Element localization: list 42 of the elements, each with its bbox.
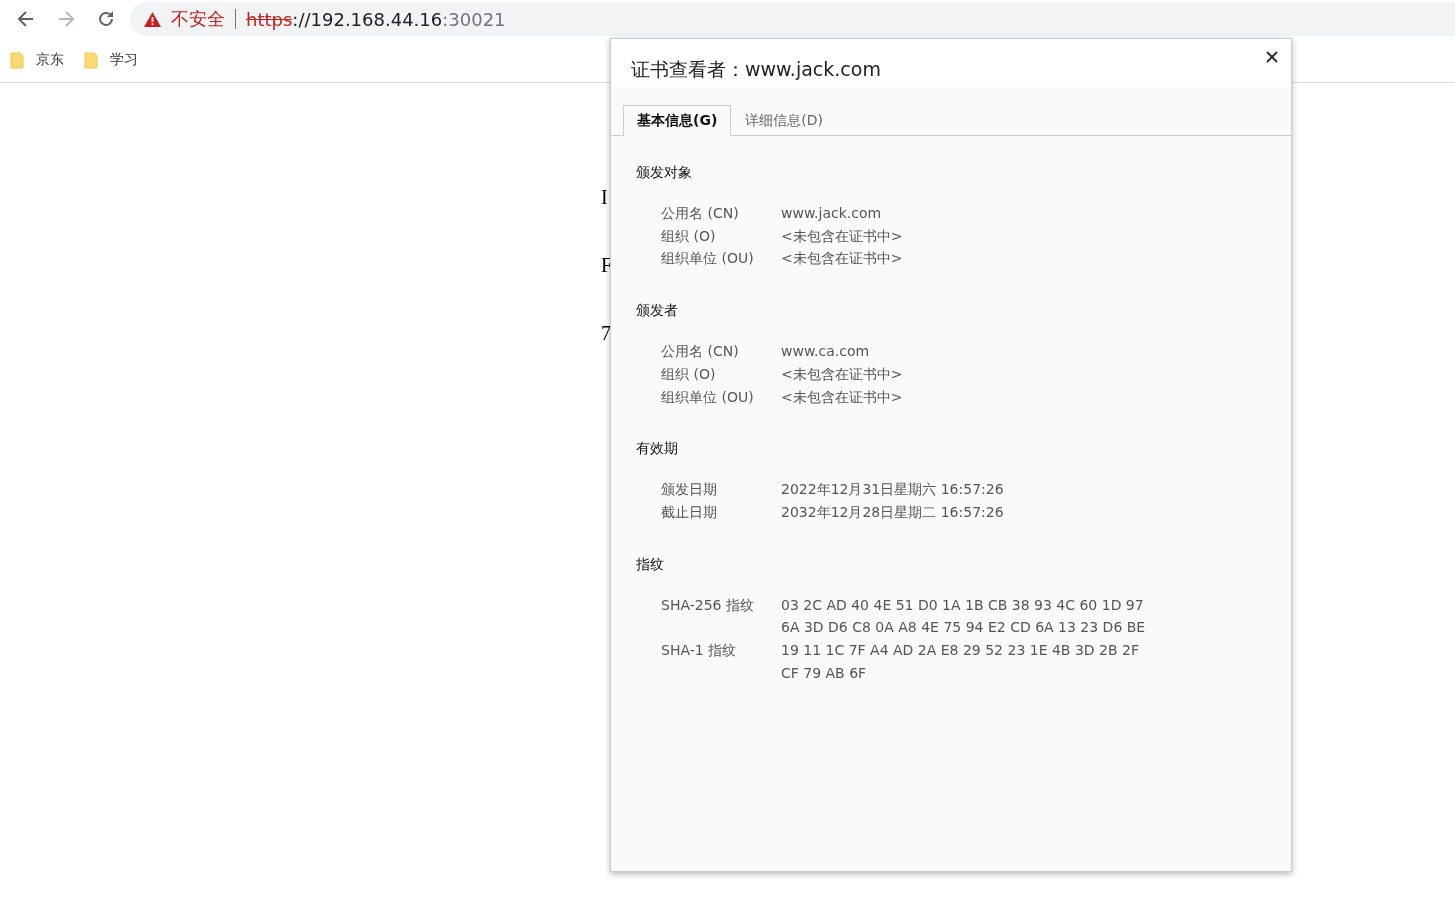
section-heading: 有效期 [636,440,679,459]
page-text: 7 [601,321,611,345]
field-value: 2032年12月28日星期二 16:57:26 [781,502,1005,522]
bookmark-item[interactable]: 学习 [84,51,138,69]
field-value: <未包含在证书中> [781,249,904,269]
field-value: 03 2C AD 40 4E 51 D0 1A 1B CB 38 93 4C 60 1D 97 6A 3D D6 C8 0A A8 4E 75 94 E2 CD 6A 13 23 D6 BE [781,595,1147,638]
back-arrow-icon [16,9,36,29]
field-value: 19 11 1C 7F A4 AD 2A E8 29 52 23 1E 4B 3D 2B 2F CF 79 AB 6F [781,641,1140,683]
folder-icon [84,51,98,69]
tab[interactable]: 基本信息(G) [623,105,732,136]
section-heading: 颁发者 [636,302,679,321]
url-text: https://192.168.44.16:30021 [246,8,506,30]
section-heading: 指纹 [636,555,665,574]
bookmark-item[interactable]: 京东 [10,51,64,69]
page-text: F [601,253,613,277]
address-bar[interactable]: 不安全 https://192.168.44.16:30021 [130,2,1455,36]
field-label: 颁发日期 [661,480,718,500]
field-value: <未包含在证书中> [781,226,904,246]
dialog-title: 证书查看者：www.jack.com [631,57,881,82]
field-label: 组织 (O) [661,226,717,246]
field-label: 组织单位 (OU) [661,387,755,407]
forward-arrow-icon [56,9,76,29]
field-label: SHA-1 指纹 [661,641,738,661]
field-value: www.jack.com [781,204,883,223]
field-label: 截止日期 [661,502,718,522]
warning-icon [144,11,161,27]
field-value: 2022年12月31日星期六 16:57:26 [781,480,1005,500]
folder-icon [10,51,24,69]
field-value: www.ca.com [781,342,871,362]
tab[interactable]: 详细信息(D) [731,105,837,136]
field-label: SHA-256 指纹 [661,595,755,615]
page-text: I [601,185,608,209]
reload-icon [96,9,116,29]
field-value: <未包含在证书中> [781,387,904,407]
field-label: 组织 (O) [661,364,717,384]
field-label: 公用名 (CN) [661,204,740,223]
field-value: <未包含在证书中> [781,364,904,384]
security-label: 不安全 [171,7,225,31]
field-label: 组织单位 (OU) [661,249,755,269]
section-heading: 颁发对象 [636,164,693,182]
field-label: 公用名 (CN) [661,342,740,362]
close-icon[interactable] [1265,51,1279,65]
